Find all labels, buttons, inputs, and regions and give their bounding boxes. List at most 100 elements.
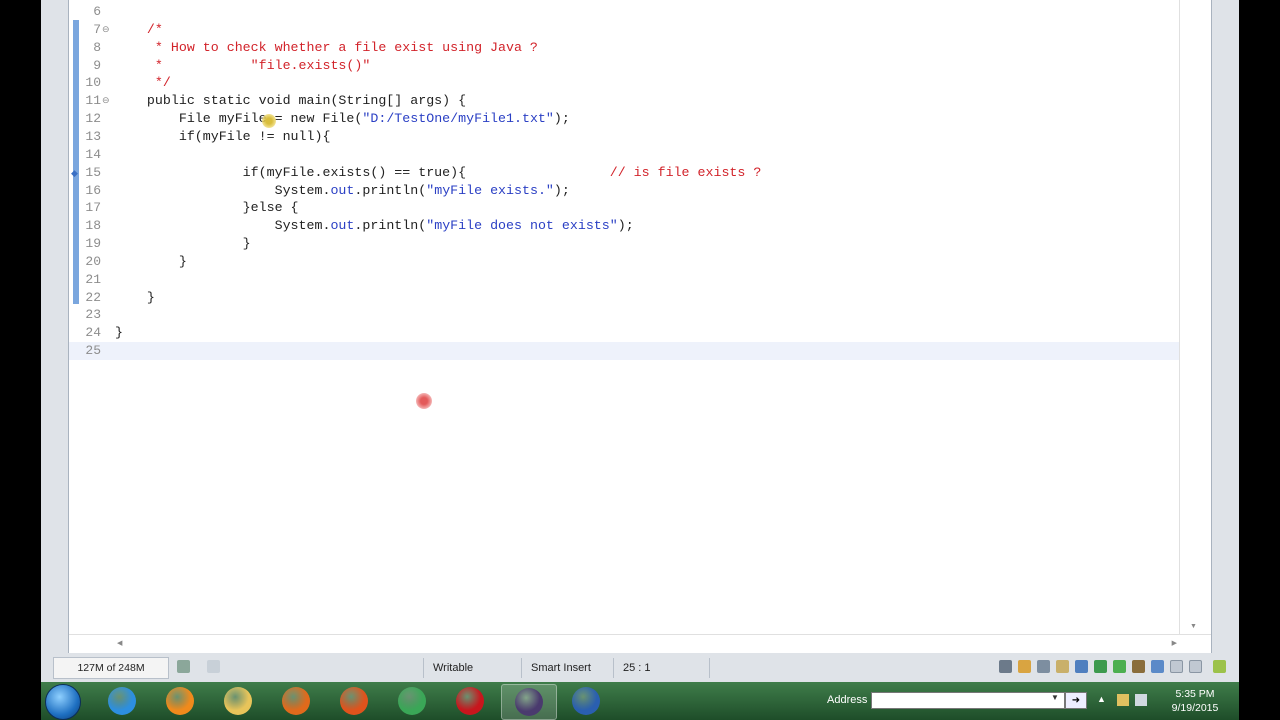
code-text[interactable]: } (115, 324, 123, 342)
show-hidden-icons-icon[interactable]: ▲ (1097, 694, 1106, 704)
code-text[interactable]: if(myFile != null){ (115, 128, 331, 146)
mouse-highlight-yellow (262, 114, 276, 128)
fold-toggle-icon[interactable]: ⊖ (102, 92, 110, 110)
code-line[interactable]: 23 (69, 306, 1179, 324)
line-number: 23 (85, 307, 101, 323)
code-editor[interactable]: 6 7 ⊖ /* 8 * How to check whether a file ex… (68, 0, 1212, 653)
code-area[interactable]: 6 7 ⊖ /* 8 * How to check whether a file ex… (69, 0, 1179, 634)
line-number: 22 (85, 289, 101, 305)
code-text[interactable]: System.out.println("myFile does not exis… (115, 217, 634, 235)
status-bar: 127M of 248M Writable Smart Insert 25 : … (41, 654, 1239, 682)
taskbar-app-button[interactable] (385, 684, 439, 718)
debug-icon[interactable] (1132, 660, 1145, 673)
taskbar-app-button[interactable] (443, 684, 497, 718)
start-button[interactable] (45, 684, 81, 720)
code-line[interactable]: 21 (69, 271, 1179, 289)
taskbar-app-button[interactable] (153, 684, 207, 718)
scroll-right-icon[interactable]: ▶ (1172, 639, 1177, 647)
code-text[interactable]: */ (115, 74, 171, 92)
override-marker-icon: ◆ (71, 167, 78, 178)
code-text[interactable]: }else { (115, 199, 299, 217)
code-text[interactable]: System.out.println("myFile exists."); (115, 182, 570, 200)
code-line[interactable]: 25 (69, 342, 1179, 361)
fold-toggle-icon[interactable]: ⊖ (102, 21, 110, 39)
line-number: 11 (85, 93, 101, 109)
code-text[interactable]: } (115, 253, 187, 271)
code-line[interactable]: 11 ⊖ public static void main(String[] arg… (69, 92, 1179, 110)
hierarchy-icon[interactable] (1075, 660, 1088, 673)
code-line[interactable]: 18 System.out.println("myFile does not e… (69, 217, 1179, 235)
taskbar-app-button[interactable] (559, 684, 613, 718)
console-icon[interactable] (1037, 660, 1050, 673)
code-text[interactable]: /* (115, 21, 163, 39)
code-line[interactable]: 24} (69, 324, 1179, 342)
code-token: // is file exists ? (609, 164, 762, 180)
scroll-down-icon[interactable]: ▼ (1190, 623, 1197, 630)
maximize-view-icon[interactable] (1189, 660, 1202, 673)
taskbar-app-button[interactable] (501, 684, 557, 720)
monitor-icon[interactable] (1151, 660, 1164, 673)
address-go-button[interactable]: ➜ (1065, 692, 1087, 709)
code-line[interactable]: 6 (69, 3, 1179, 21)
network-tray-icon[interactable] (1117, 694, 1129, 706)
file-explorer-icon (224, 687, 252, 715)
taskbar-app-button[interactable] (211, 684, 265, 718)
desktop-screen: 6 7 ⊖ /* 8 * How to check whether a file ex… (41, 0, 1239, 720)
code-token: "myFile exists." (426, 182, 554, 198)
cursor-position-status: 25 : 1 (623, 662, 651, 674)
code-line[interactable]: 14 (69, 146, 1179, 164)
code-line[interactable]: 16 System.out.println("myFile exists."); (69, 182, 1179, 200)
code-line[interactable]: 12 File myFile = new File("D:/TestOne/my… (69, 110, 1179, 128)
code-line[interactable]: 19 } (69, 235, 1179, 253)
task-icon[interactable] (1018, 660, 1031, 673)
writable-status: Writable (433, 662, 474, 674)
code-line[interactable]: 13 if(myFile != null){ (69, 128, 1179, 146)
line-number: 20 (85, 253, 101, 269)
code-line[interactable]: 15 ◆ if(myFile.exists() == true){ // is f… (69, 164, 1179, 182)
taskbar-app-button[interactable] (95, 684, 149, 718)
code-line[interactable]: 20 } (69, 253, 1179, 271)
code-text[interactable]: File myFile = new File("D:/TestOne/myFil… (115, 110, 570, 128)
taskbar-app-button[interactable] (269, 684, 323, 718)
code-line[interactable]: 17 }else { (69, 199, 1179, 217)
code-text[interactable]: } (115, 235, 251, 253)
code-text[interactable]: } (115, 289, 155, 307)
code-token: .println( (354, 182, 427, 198)
horizontal-scrollbar[interactable]: ◀ ▶ (69, 634, 1211, 653)
system-clock[interactable]: 5:35 PM 9/19/2015 (1157, 687, 1233, 715)
garbage-collect-icon[interactable] (177, 660, 190, 673)
code-token: }else { (115, 200, 299, 216)
taskbar-app-button[interactable] (327, 684, 381, 718)
code-token: "D:/TestOne/myFile1.txt" (362, 111, 554, 127)
code-token: if(myFile != null){ (115, 128, 331, 144)
chrome-icon (398, 687, 426, 715)
line-number: 25 (85, 343, 101, 359)
action-center-icon[interactable] (1135, 694, 1147, 706)
bookmark-icon[interactable] (1056, 660, 1069, 673)
vertical-scrollbar[interactable]: ▼ (1179, 0, 1210, 634)
outline-icon[interactable] (1094, 660, 1107, 673)
scroll-left-icon[interactable]: ◀ (117, 639, 122, 647)
problems-icon[interactable] (1113, 660, 1126, 673)
media-player-icon (282, 687, 310, 715)
code-text[interactable]: public static void main(String[] args) { (115, 92, 466, 110)
code-line[interactable]: 10 */ (69, 74, 1179, 92)
code-text[interactable]: if(myFile.exists() == true){ // is file … (115, 164, 762, 182)
heap-status[interactable]: 127M of 248M (53, 657, 169, 679)
clock-date: 9/19/2015 (1171, 702, 1219, 714)
code-line[interactable]: 8 * How to check whether a file exist us… (69, 39, 1179, 57)
code-token: ); (553, 111, 570, 127)
pencil-icon[interactable] (1213, 660, 1226, 673)
progress-icon[interactable] (207, 660, 220, 673)
address-dropdown-icon[interactable]: ▼ (1051, 693, 1059, 702)
code-text[interactable]: * How to check whether a file exist usin… (115, 39, 538, 57)
code-line[interactable]: 7 ⊖ /* (69, 21, 1179, 39)
pin-icon[interactable] (999, 660, 1012, 673)
code-token: .println( (354, 218, 427, 234)
line-number: 18 (85, 218, 101, 234)
code-line[interactable]: 9 * "file.exists()" (69, 57, 1179, 75)
code-line[interactable]: 22 } (69, 289, 1179, 307)
minimize-view-icon[interactable] (1170, 660, 1183, 673)
address-input[interactable] (871, 692, 1065, 709)
code-text[interactable]: * "file.exists()" (115, 57, 370, 75)
